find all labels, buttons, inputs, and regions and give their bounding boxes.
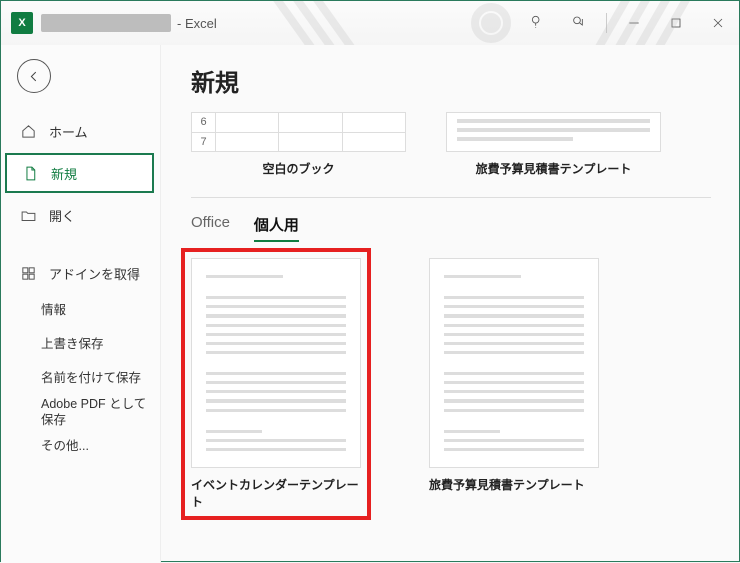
main-content: 新規 6 7 空白のブック 旅費予算見積書テンプレート [161, 45, 739, 563]
tab-personal[interactable]: 個人用 [254, 214, 299, 242]
addins-icon [19, 264, 37, 282]
nav-get-addins-label: アドインを取得 [49, 264, 140, 283]
titlebar-divider [606, 13, 607, 33]
template-tabs: Office 個人用 [191, 214, 711, 242]
tab-office[interactable]: Office [191, 214, 230, 242]
template-travel-budget-personal[interactable]: 旅費予算見積書テンプレート [429, 258, 599, 510]
minimize-button[interactable] [613, 7, 655, 39]
nav-others[interactable]: その他... [1, 429, 160, 463]
template-travel-budget-top[interactable]: 旅費予算見積書テンプレート [446, 112, 661, 177]
new-icon [21, 164, 39, 182]
nav-open[interactable]: 開く [1, 195, 160, 235]
open-icon [19, 206, 37, 224]
template-travel-personal-label: 旅費予算見積書テンプレート [429, 476, 599, 493]
nav-home-label: ホーム [49, 122, 88, 141]
app-name-suffix: - Excel [177, 16, 217, 31]
template-event-calendar-label: イベントカレンダーテンプレート [191, 476, 361, 510]
backstage-sidebar: ホーム 新規 開く アドインを取得 情報 上書き保存 名前を付けて保存 Adob… [1, 45, 161, 563]
excel-app-icon: X [11, 12, 33, 34]
feedback-icon[interactable] [558, 7, 600, 39]
template-event-calendar-thumb [191, 258, 361, 468]
nav-save[interactable]: 上書き保存 [1, 327, 160, 361]
maximize-button[interactable] [655, 7, 697, 39]
back-button[interactable] [17, 59, 51, 93]
highlighted-template: イベントカレンダーテンプレート [181, 248, 371, 520]
nav-new[interactable]: 新規 [5, 153, 154, 193]
nav-info[interactable]: 情報 [1, 293, 160, 327]
home-icon [19, 122, 37, 140]
template-blank-workbook[interactable]: 6 7 空白のブック [191, 112, 406, 177]
page-title: 新規 [191, 63, 711, 98]
template-travel-personal-thumb [429, 258, 599, 468]
nav-open-label: 開く [49, 206, 75, 225]
template-blank-thumb: 6 7 [191, 112, 406, 152]
document-name-redacted [41, 14, 171, 32]
template-travel-label: 旅費予算見積書テンプレート [446, 160, 661, 177]
template-travel-thumb [446, 112, 661, 152]
template-blank-label: 空白のブック [191, 160, 406, 177]
titlebar: X - Excel [1, 1, 739, 45]
template-event-calendar[interactable]: イベントカレンダーテンプレート [191, 258, 361, 510]
close-button[interactable] [697, 7, 739, 39]
nav-new-label: 新規 [51, 164, 77, 183]
nav-home[interactable]: ホーム [1, 111, 160, 151]
tell-me-icon[interactable] [516, 7, 558, 39]
nav-get-addins[interactable]: アドインを取得 [1, 253, 160, 293]
section-divider [191, 197, 711, 198]
nav-adobe-pdf[interactable]: Adobe PDF として保存 [1, 395, 160, 429]
nav-save-as[interactable]: 名前を付けて保存 [1, 361, 160, 395]
